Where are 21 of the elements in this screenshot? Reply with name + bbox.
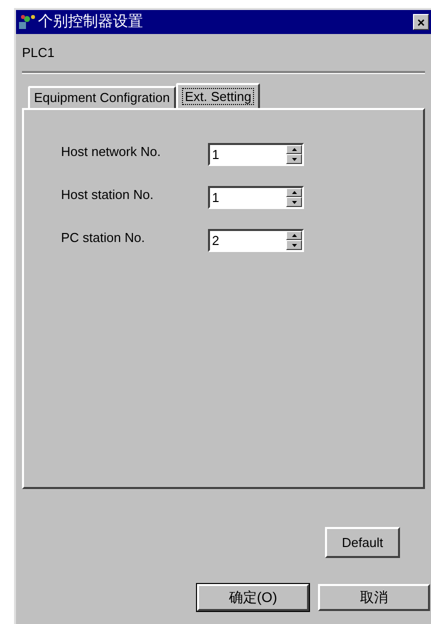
spin-up-icon[interactable] (286, 145, 302, 154)
device-name: PLC1 (22, 45, 55, 60)
spin-field[interactable]: 1 (208, 186, 304, 209)
spin-field[interactable]: 2 (208, 229, 304, 252)
default-button[interactable]: Default (325, 527, 400, 558)
tab[interactable]: Equipment Configration (28, 86, 176, 108)
spin-down-icon[interactable] (286, 154, 302, 164)
close-button[interactable]: × (413, 14, 429, 30)
spin-field[interactable]: 1 (208, 143, 304, 166)
spin-down-icon[interactable] (286, 197, 302, 207)
field-label: Host station No. (61, 186, 154, 204)
tab[interactable]: Ext. Setting (176, 83, 260, 108)
network-icon (18, 14, 36, 30)
window-title: 个别控制器设置 (38, 12, 144, 32)
spin-up-icon[interactable] (286, 231, 302, 240)
field-label: PC station No. (61, 228, 146, 247)
spin-down-icon[interactable] (286, 240, 302, 250)
dialog-button[interactable]: 确定(O) (197, 584, 309, 611)
field-label: Host network No. (61, 142, 162, 161)
spin-up-icon[interactable] (286, 188, 302, 197)
dialog-button[interactable]: 取消 (318, 584, 430, 611)
